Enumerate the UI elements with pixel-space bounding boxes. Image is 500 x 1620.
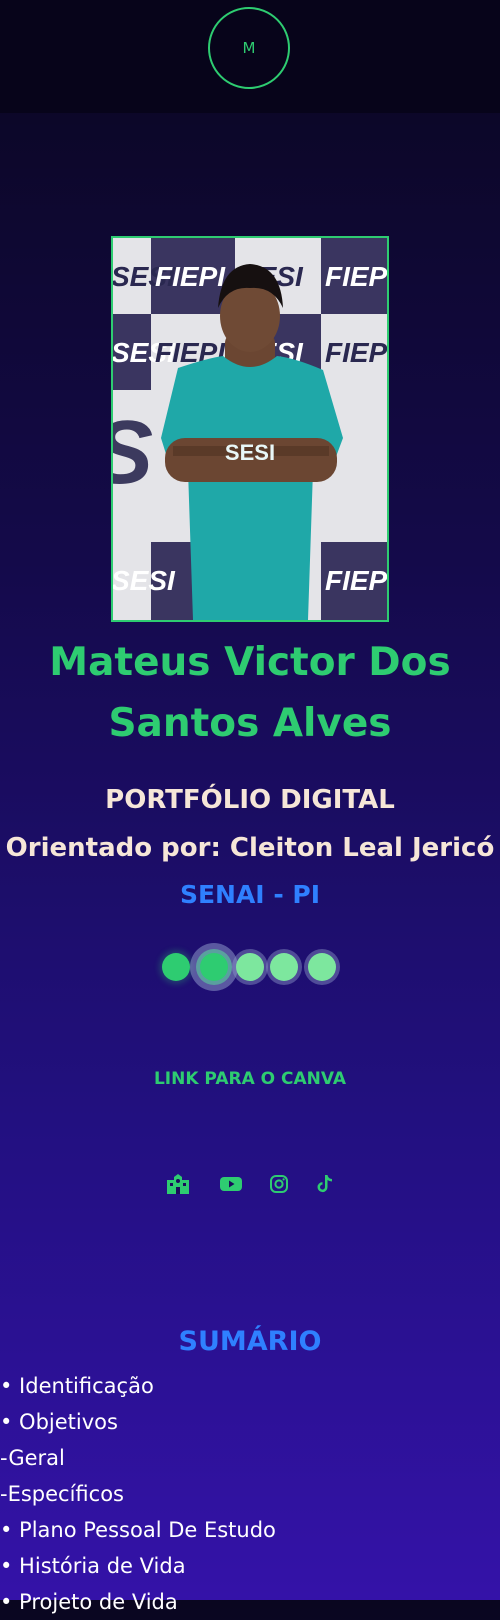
tiktok-icon[interactable]: [312, 1172, 338, 1196]
carousel-dots: [0, 948, 500, 988]
svg-text:FIEPI: FIEPI: [325, 565, 387, 596]
summary-item[interactable]: • Plano Pessoal De Estudo: [0, 1512, 276, 1548]
svg-text:FIEPI: FIEPI: [155, 261, 226, 292]
summary-item[interactable]: • Identificação: [0, 1368, 276, 1404]
school-name: SENAI - PI: [179, 880, 321, 909]
carousel-dot-1[interactable]: [162, 953, 190, 981]
portfolio-subtitle: PORTFÓLIO DIGITAL: [105, 785, 395, 815]
canva-link[interactable]: LINK PARA O CANVA: [0, 1069, 500, 1089]
svg-text:SESI: SESI: [225, 440, 275, 465]
carousel-dot-5[interactable]: [308, 953, 336, 981]
summary-item[interactable]: -Específicos: [0, 1476, 276, 1512]
summary-title: SUMÁRIO: [178, 1326, 322, 1357]
summary-item[interactable]: • História de Vida: [0, 1548, 276, 1584]
summary-list: • Identificação • Objetivos -Geral -Espe…: [0, 1368, 276, 1620]
instagram-icon[interactable]: [266, 1172, 292, 1196]
summary-item[interactable]: • Projeto de Vida: [0, 1584, 276, 1620]
logo[interactable]: M: [208, 7, 290, 89]
advisor-text: Orientado por: Cleiton Leal Jericó: [5, 833, 495, 863]
svg-text:FIEPI: FIEPI: [325, 261, 387, 292]
profile-name-line1: Mateus Victor Dos: [49, 640, 451, 685]
carousel-dot-4[interactable]: [270, 953, 298, 981]
svg-text:SESI: SESI: [113, 565, 176, 596]
profile-photo-image: SESI FIEPI SESI FIEPI SESI FIEPI SESI FI…: [113, 238, 387, 620]
svg-text:S: S: [113, 403, 153, 503]
summary-item[interactable]: • Objetivos: [0, 1404, 276, 1440]
svg-text:FIEPI: FIEPI: [325, 337, 387, 368]
profile-name: Mateus Victor Dos Santos Alves: [0, 632, 500, 754]
top-bar: M: [0, 0, 500, 113]
carousel-dot-2[interactable]: [196, 949, 232, 985]
youtube-icon[interactable]: [218, 1172, 244, 1196]
profile-photo: SESI FIEPI SESI FIEPI SESI FIEPI SESI FI…: [111, 236, 389, 622]
carousel-dot-3[interactable]: [236, 953, 264, 981]
logo-letter: M: [242, 39, 256, 57]
summary-item[interactable]: -Geral: [0, 1440, 276, 1476]
profile-name-line2: Santos Alves: [108, 701, 392, 746]
school-icon[interactable]: [165, 1172, 191, 1196]
